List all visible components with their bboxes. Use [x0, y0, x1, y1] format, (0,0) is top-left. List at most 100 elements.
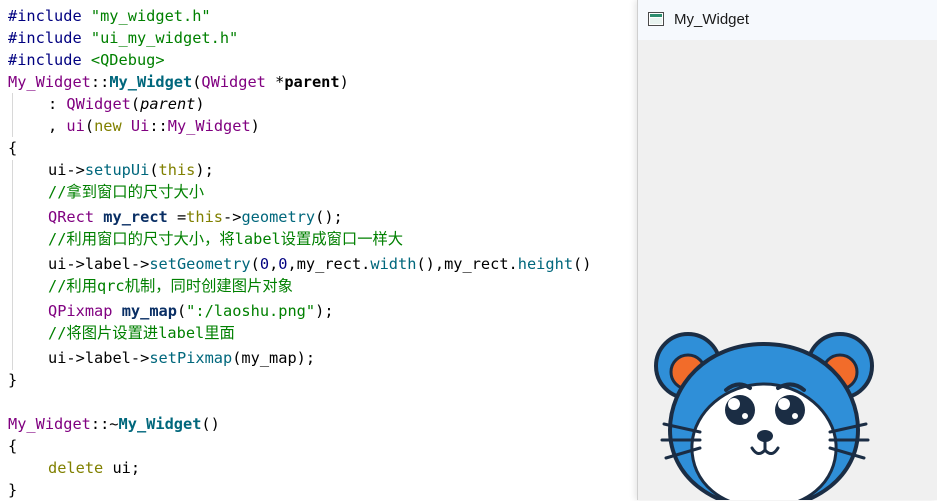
token: ,my_rect. — [287, 255, 371, 273]
token: ( — [84, 117, 95, 135]
token: my_rect — [103, 208, 168, 226]
token: #include — [8, 29, 91, 47]
token: ); — [315, 302, 334, 320]
token: = — [167, 208, 187, 226]
token: My_Widget — [8, 73, 91, 91]
code-line-4: My_Widget::My_Widget(QWidget *parent) — [8, 71, 349, 93]
token: { — [8, 437, 18, 455]
token: * — [265, 73, 285, 91]
code-line-2: #include "ui_my_widget.h" — [8, 27, 238, 49]
code-line-17: } — [8, 369, 17, 391]
code-line-8: ui->setupUi(this); — [8, 159, 214, 181]
token: , — [269, 255, 279, 273]
code-line-16: ui->label->setPixmap(my_map); — [8, 347, 315, 369]
my-widget-window[interactable]: My_Widget — [637, 0, 937, 500]
token: 0 — [259, 255, 270, 273]
token: ui->label-> — [48, 255, 150, 273]
comment: //将图片设置进label里面 — [48, 324, 235, 342]
token: :: — [90, 73, 110, 91]
token: QWidget — [201, 73, 266, 91]
comment: //拿到窗口的尺寸大小 — [48, 183, 205, 201]
code-line-12: ui->label->setGeometry(0,0,my_rect.width… — [8, 253, 591, 275]
token: ::~ — [90, 415, 119, 433]
code-line-21: } — [8, 479, 17, 501]
token: QRect — [48, 208, 95, 226]
code-line-13: //利用qrc机制，同时创建图片对象 — [8, 275, 293, 297]
token: ui; — [103, 459, 141, 477]
code-line-18: My_Widget::~My_Widget() — [8, 413, 220, 435]
token: #include — [8, 51, 91, 69]
window-icon — [648, 12, 664, 26]
token: ( — [130, 95, 141, 113]
token: parent — [140, 95, 196, 113]
code-line-1: #include "my_widget.h" — [8, 5, 211, 27]
token: setGeometry — [149, 255, 251, 273]
token: 0 — [278, 255, 288, 273]
token: ); — [195, 161, 214, 179]
token: this — [158, 161, 196, 179]
comment: //利用qrc机制，同时创建图片对象 — [48, 277, 293, 295]
token: ui-> — [48, 161, 85, 179]
code-line-7: { — [8, 137, 17, 159]
token: My_Widget — [118, 415, 202, 433]
token: } — [8, 371, 18, 389]
code-line-20: delete ui; — [8, 457, 140, 479]
mouse-cartoon-image — [654, 332, 874, 500]
token: ui->label-> — [48, 349, 150, 367]
token: new — [94, 117, 122, 135]
token: { — [8, 139, 18, 157]
window-titlebar[interactable]: My_Widget — [638, 0, 937, 40]
token: parent — [284, 73, 340, 91]
token: (my_map); — [232, 349, 316, 367]
token: :: — [149, 117, 168, 135]
token: QPixmap — [48, 302, 113, 320]
token: Ui — [130, 117, 150, 135]
token: ( — [250, 255, 260, 273]
token: this — [186, 208, 224, 226]
token: ) — [195, 95, 205, 113]
token: ) — [339, 73, 349, 91]
code-line-10: QRect my_rect =this->geometry(); — [8, 206, 343, 228]
token: (); — [315, 208, 343, 226]
token: "ui_my_widget.h" — [90, 29, 239, 47]
window-title: My_Widget — [674, 11, 750, 28]
token: #include — [8, 7, 91, 25]
code-line-15: //将图片设置进label里面 — [8, 322, 235, 344]
code-line-5: : QWidget(parent) — [8, 93, 205, 115]
code-line-3: #include <QDebug> — [8, 49, 165, 71]
token: () — [573, 255, 592, 273]
token: height — [517, 255, 574, 273]
token: delete — [48, 459, 104, 477]
code-line-19: { — [8, 435, 17, 457]
token: , — [48, 117, 67, 135]
token: -> — [223, 208, 242, 226]
token: "my_widget.h" — [90, 7, 211, 25]
token: ui — [66, 117, 85, 135]
token: (),my_rect. — [416, 255, 518, 273]
token: () — [201, 415, 220, 433]
token: <QDebug> — [90, 51, 165, 69]
token: my_map — [121, 302, 177, 320]
token: ( — [176, 302, 187, 320]
token: ":/laoshu.png" — [186, 302, 316, 320]
comment: //利用窗口的尺寸大小，将label设置成窗口一样大 — [48, 230, 404, 248]
token: My_Widget — [8, 415, 91, 433]
code-line-11: //利用窗口的尺寸大小，将label设置成窗口一样大 — [8, 228, 403, 250]
token: geometry — [241, 208, 316, 226]
token: ( — [149, 161, 159, 179]
token: width — [370, 255, 417, 273]
code-line-14: QPixmap my_map(":/laoshu.png"); — [8, 300, 334, 322]
token: : — [48, 95, 67, 113]
token: setPixmap — [149, 349, 233, 367]
code-line-6: , ui(new Ui::My_Widget) — [8, 115, 260, 137]
code-line-9: //拿到窗口的尺寸大小 — [8, 181, 204, 203]
token: setupUi — [84, 161, 150, 179]
token: My_Widget — [109, 73, 193, 91]
token: } — [8, 481, 18, 499]
token: ) — [250, 117, 260, 135]
token: QWidget — [66, 95, 131, 113]
token: My_Widget — [167, 117, 251, 135]
